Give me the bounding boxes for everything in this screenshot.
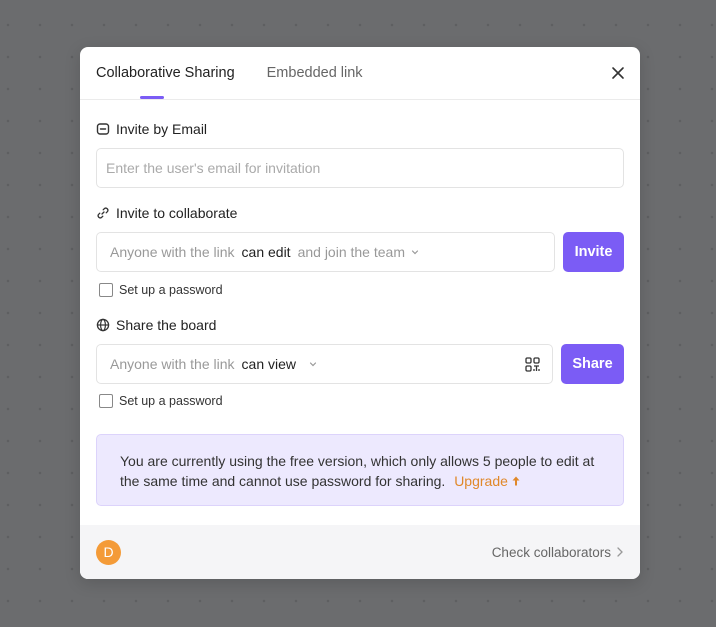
invite-by-email-heading: Invite by Email [96, 121, 207, 137]
select-prefix: Anyone with the link [110, 356, 235, 372]
upgrade-link[interactable]: Upgrade [454, 473, 520, 489]
collaborate-password-option: Set up a password [99, 283, 223, 297]
invite-button[interactable]: Invite [563, 232, 624, 272]
share-password-checkbox[interactable] [99, 394, 113, 408]
share-board-title: Share the board [116, 317, 217, 333]
invite-to-collaborate-heading: Invite to collaborate [96, 205, 237, 221]
link-icon [97, 207, 109, 219]
mail-icon [96, 123, 110, 135]
chevron-right-icon [617, 547, 623, 557]
close-button[interactable] [608, 63, 628, 83]
active-tab-indicator [140, 96, 164, 99]
tab-embedded-link[interactable]: Embedded link [267, 47, 363, 100]
select-suffix: and join the team [297, 244, 405, 260]
collaborate-password-label: Set up a password [119, 283, 223, 297]
invite-to-collaborate-title: Invite to collaborate [116, 205, 238, 221]
share-password-option: Set up a password [99, 394, 223, 408]
tab-collaborative-sharing[interactable]: Collaborative Sharing [96, 47, 235, 100]
permission-value: can edit [241, 244, 291, 260]
share-dialog: Collaborative Sharing Embedded link Invi… [80, 47, 640, 579]
share-board-heading: Share the board [96, 317, 216, 333]
avatar[interactable]: D [96, 539, 121, 565]
collaborate-password-checkbox[interactable] [99, 283, 113, 297]
select-prefix: Anyone with the link [110, 244, 235, 260]
permission-value: can view [241, 356, 296, 372]
check-collaborators-label: Check collaborators [491, 544, 611, 560]
free-version-notice: You are currently using the free version… [96, 434, 624, 506]
collaborate-permission-select[interactable]: Anyone with the link can edit and join t… [96, 232, 555, 272]
invite-by-email-title: Invite by Email [116, 121, 208, 137]
share-password-label: Set up a password [119, 394, 223, 408]
chevron-down-icon [309, 362, 317, 367]
notice-text: You are currently using the free version… [120, 453, 595, 489]
tab-bar: Collaborative Sharing Embedded link [80, 47, 640, 100]
dialog-footer: D Check collaborators [80, 525, 640, 579]
chevron-down-icon [411, 250, 419, 255]
share-permission-select[interactable]: Anyone with the link can view [96, 344, 553, 384]
arrow-up-icon [512, 476, 520, 486]
qr-code-icon[interactable] [525, 357, 540, 372]
email-input[interactable] [96, 148, 624, 188]
check-collaborators-link[interactable]: Check collaborators [492, 545, 624, 560]
share-button[interactable]: Share [561, 344, 624, 384]
globe-icon [96, 318, 110, 332]
upgrade-label: Upgrade [454, 473, 508, 489]
close-icon [612, 67, 624, 79]
